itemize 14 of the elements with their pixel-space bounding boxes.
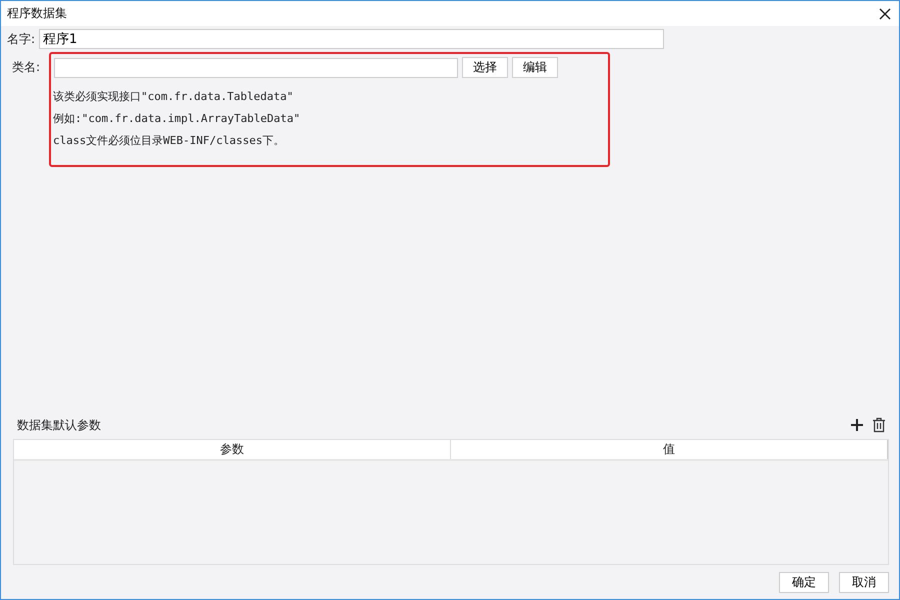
ok-button[interactable]: 确定 — [779, 572, 829, 593]
select-button[interactable]: 选择 — [462, 57, 508, 78]
hint-text: 例如:"com.fr.data.impl.ArrayTableData" — [53, 111, 302, 126]
hint-text: class文件必须位目录WEB-INF/classes下。 — [53, 133, 286, 148]
class-label: 类名: — [12, 59, 42, 76]
name-label: 名字: — [7, 30, 36, 48]
cancel-button[interactable]: 取消 — [839, 572, 889, 593]
column-header[interactable]: 参数 — [14, 440, 451, 459]
hint-text: 该类必须实现接口"com.fr.data.Tabledata" — [53, 89, 294, 104]
name-field[interactable]: 程序1 — [39, 29, 664, 49]
window-title: 程序数据集 — [7, 5, 67, 22]
edit-button[interactable]: 编辑 — [512, 57, 558, 78]
params-title: 数据集默认参数 — [17, 416, 101, 434]
column-header[interactable]: 值 — [451, 440, 888, 459]
